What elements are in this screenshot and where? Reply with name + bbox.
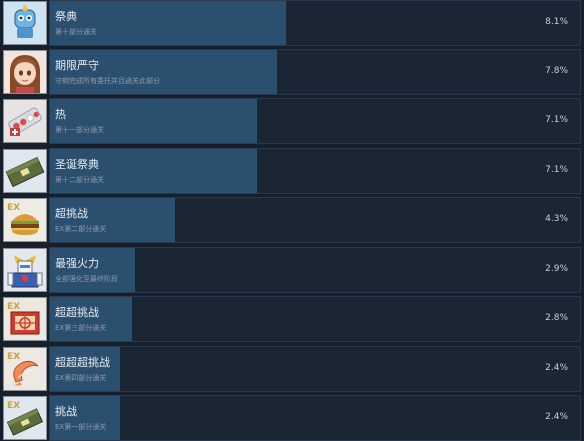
svg-text:EX: EX	[7, 352, 20, 362]
achievement-panel: 超挑战 EX第二部分通关 4.3%	[49, 197, 581, 243]
unlock-percent: 4.3%	[545, 214, 568, 224]
achievement-row[interactable]: EX 超超挑战 EX第三部分通关 2.8%	[0, 296, 584, 342]
achievement-title: 超挑战	[55, 207, 88, 220]
achievement-description: EX第四部分通关	[55, 374, 107, 382]
unlock-percent: 8.1%	[545, 17, 568, 27]
achievement-row[interactable]: 最强火力 全部强化至最终阶段 2.9%	[0, 247, 584, 293]
achievement-row[interactable]: EX 超挑战 EX第二部分通关 4.3%	[0, 197, 584, 243]
achievement-description: 守期完成所有委托并且通关此部分	[55, 77, 160, 85]
achievement-description: 第十二部分通关	[55, 176, 104, 184]
target-tile-icon: EX	[3, 297, 47, 341]
ammo-crate-icon	[3, 149, 47, 193]
unlock-percent: 2.8%	[545, 313, 568, 323]
achievement-title: 超超挑战	[55, 306, 99, 319]
achievement-panel: 圣诞祭典 第十二部分通关 7.1%	[49, 148, 581, 194]
achievement-description: EX第一部分通关	[55, 423, 107, 431]
achievement-description: 全部强化至最终阶段	[55, 275, 118, 283]
achievement-title: 超超超挑战	[55, 356, 110, 369]
achievement-description: EX第三部分通关	[55, 324, 107, 332]
achievement-list: 祭典 第十部分通关 8.1% 期限严守 守期完成所有委托并且通关此部分 7.8%	[0, 0, 584, 441]
achievement-panel: 最强火力 全部强化至最终阶段 2.9%	[49, 247, 581, 293]
unlock-percent: 7.1%	[545, 165, 568, 175]
achievement-row[interactable]: 祭典 第十部分通关 8.1%	[0, 0, 584, 46]
unlock-rate-bar	[50, 1, 287, 45]
achievement-title: 热	[55, 108, 66, 121]
unlock-percent: 2.9%	[545, 264, 568, 274]
achievement-panel: 祭典 第十部分通关 8.1%	[49, 0, 581, 46]
achievement-title: 圣诞祭典	[55, 158, 99, 171]
achievement-panel: 挑战 EX第一部分通关 2.4%	[49, 395, 581, 441]
achievement-description: 第十一部分通关	[55, 126, 104, 134]
achievement-description: EX第二部分通关	[55, 225, 107, 233]
unlock-percent: 7.8%	[545, 66, 568, 76]
achievement-panel: 期限严守 守期完成所有委托并且通关此部分 7.8%	[49, 49, 581, 95]
achievement-row[interactable]: 期限严守 守期完成所有委托并且通关此部分 7.8%	[0, 49, 584, 95]
achievement-title: 最强火力	[55, 257, 99, 270]
achievement-row[interactable]: EX 超超超挑战 EX第四部分通关 2.4%	[0, 346, 584, 392]
achievement-panel: 超超超挑战 EX第四部分通关 2.4%	[49, 346, 581, 392]
achievement-title: 祭典	[55, 10, 77, 23]
unlock-percent: 2.4%	[545, 412, 568, 422]
unlock-rate-bar	[50, 99, 257, 143]
achievement-title: 挑战	[55, 405, 77, 418]
svg-text:EX: EX	[7, 302, 20, 312]
anime-girl-portrait-icon	[3, 50, 47, 94]
achievement-panel: 热 第十一部分通关 7.1%	[49, 98, 581, 144]
achievement-title: 期限严守	[55, 59, 99, 72]
ex-ammo-crate-icon: EX	[3, 396, 47, 440]
robot-mascot-icon	[3, 1, 47, 45]
svg-text:EX: EX	[7, 203, 20, 213]
unlock-percent: 2.4%	[545, 363, 568, 373]
burger-icon: EX	[3, 198, 47, 242]
achievement-panel: 超超挑战 EX第三部分通关 2.8%	[49, 296, 581, 342]
medicine-pills-icon	[3, 99, 47, 143]
svg-text:EX: EX	[7, 401, 20, 411]
unlock-percent: 7.1%	[545, 115, 568, 125]
shrimp-icon: EX	[3, 347, 47, 391]
achievement-description: 第十部分通关	[55, 28, 97, 36]
achievement-row[interactable]: EX 挑战 EX第一部分通关 2.4%	[0, 395, 584, 441]
mecha-robot-icon	[3, 248, 47, 292]
achievement-row[interactable]: 热 第十一部分通关 7.1%	[0, 98, 584, 144]
achievement-row[interactable]: 圣诞祭典 第十二部分通关 7.1%	[0, 148, 584, 194]
